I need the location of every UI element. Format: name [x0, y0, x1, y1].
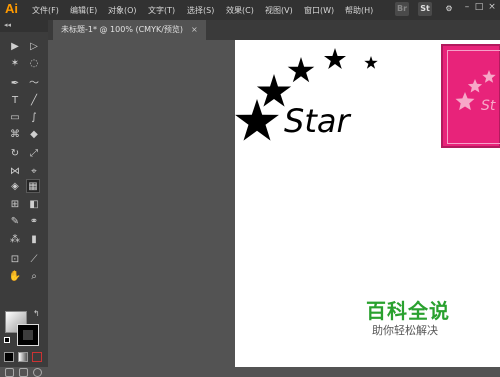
- shape-builder-tool-icon[interactable]: ◈: [8, 180, 22, 194]
- direct-selection-tool-icon[interactable]: ▷: [27, 40, 41, 54]
- none-mode-icon[interactable]: [32, 352, 42, 362]
- zoom-tool-icon[interactable]: ⌕: [27, 270, 41, 284]
- swap-fill-stroke-icon[interactable]: ↰: [33, 309, 40, 318]
- watermark-title: 百科全说: [366, 299, 450, 323]
- draw-normal-icon[interactable]: [5, 368, 14, 377]
- slice-tool-icon[interactable]: ⟋: [27, 253, 41, 267]
- menu-bar: Ai 文件(F) 编辑(E) 对象(O) 文字(T) 选择(S) 效果(C) 视…: [0, 0, 500, 20]
- mesh-tool-icon[interactable]: ⊞: [8, 198, 22, 212]
- menu-edit[interactable]: 编辑(E): [70, 5, 97, 16]
- default-fill-stroke-icon[interactable]: [4, 337, 10, 343]
- hand-tool-icon[interactable]: ✋: [8, 270, 22, 284]
- perspective-grid-tool-icon[interactable]: ▦: [26, 179, 40, 193]
- scale-tool-icon[interactable]: ⤢: [27, 147, 41, 161]
- magic-wand-tool-icon[interactable]: ✶: [8, 57, 22, 71]
- menu-view[interactable]: 视图(V): [265, 5, 293, 16]
- bridge-icon[interactable]: Br: [395, 2, 409, 16]
- rectangle-tool-icon[interactable]: ▭: [8, 111, 22, 125]
- draw-behind-icon[interactable]: [19, 368, 28, 377]
- star-shape: [287, 57, 315, 83]
- menu-window[interactable]: 窗口(W): [304, 5, 334, 16]
- document-tab-title: 未标题-1* @ 100% (CMYK/预览): [61, 25, 184, 34]
- menu-effect[interactable]: 效果(C): [226, 5, 254, 16]
- menu-help[interactable]: 帮助(H): [345, 5, 373, 16]
- artboard-tool-icon[interactable]: ⊡: [8, 253, 22, 267]
- blend-tool-icon[interactable]: ⚭: [27, 215, 41, 229]
- rotate-tool-icon[interactable]: ↻: [8, 147, 22, 161]
- line-tool-icon[interactable]: ╱: [27, 94, 41, 108]
- minimize-icon[interactable]: –: [462, 2, 472, 12]
- curvature-tool-icon[interactable]: 〜: [27, 77, 41, 91]
- pink-star-shape: [482, 70, 496, 83]
- color-mode-icon[interactable]: [4, 352, 14, 362]
- width-tool-icon[interactable]: ⋈: [8, 165, 22, 179]
- collapse-panel-icon[interactable]: ◂◂: [4, 21, 11, 29]
- star-shape: [324, 48, 346, 69]
- document-tab-bar: 未标题-1* @ 100% (CMYK/预览) ×: [48, 20, 500, 40]
- tab-close-icon[interactable]: ×: [191, 25, 198, 34]
- selection-tool-icon[interactable]: ▶: [8, 40, 22, 54]
- paintbrush-tool-icon[interactable]: ∫: [27, 111, 41, 125]
- watermark-subtitle: 助你轻松解决: [372, 324, 438, 337]
- stroke-swatch-inner: [22, 329, 34, 341]
- column-graph-tool-icon[interactable]: ▮: [27, 233, 41, 247]
- illustrator-logo: Ai: [5, 1, 18, 16]
- stock-icon[interactable]: St: [418, 2, 432, 16]
- menu-select[interactable]: 选择(S): [187, 5, 214, 16]
- tools-panel: ◂◂ ▶ ▷ ✶ ◌ ✒ 〜 T ╱ ▭ ∫ ⌘ ◆ ↻ ⤢ ⋈ ⌖ ◈ ▦ ⊞…: [0, 20, 48, 377]
- menu-type[interactable]: 文字(T): [148, 5, 175, 16]
- star-text: Star: [284, 102, 350, 140]
- menu-file[interactable]: 文件(F): [32, 5, 59, 16]
- document-tab[interactable]: 未标题-1* @ 100% (CMYK/预览) ×: [53, 20, 206, 40]
- star-shape: [235, 99, 279, 141]
- screen-mode-icon[interactable]: [33, 368, 42, 377]
- maximize-icon[interactable]: □: [474, 2, 484, 12]
- lasso-tool-icon[interactable]: ◌: [27, 57, 41, 71]
- eyedropper-tool-icon[interactable]: ✎: [8, 215, 22, 229]
- shaper-tool-icon[interactable]: ⌘: [8, 128, 22, 142]
- pink-star-text: St: [481, 98, 496, 114]
- symbol-sprayer-tool-icon[interactable]: ⁂: [8, 233, 22, 247]
- eraser-tool-icon[interactable]: ◆: [27, 128, 41, 142]
- free-transform-tool-icon[interactable]: ⌖: [27, 165, 41, 179]
- gradient-mode-icon[interactable]: [18, 352, 28, 362]
- menu-object[interactable]: 对象(O): [108, 5, 137, 16]
- stroke-swatch[interactable]: [17, 324, 39, 346]
- tools-panel-header: ◂◂: [0, 20, 48, 32]
- star-shape: [364, 56, 378, 69]
- type-tool-icon[interactable]: T: [8, 94, 22, 108]
- pink-star-shape: [455, 92, 475, 111]
- pink-star-shape: [467, 79, 483, 93]
- pen-tool-icon[interactable]: ✒: [8, 77, 22, 91]
- gradient-tool-icon[interactable]: ◧: [27, 198, 41, 212]
- workspace-switcher-icon[interactable]: ⚙: [442, 2, 456, 16]
- pink-artwork-box: St: [441, 44, 500, 148]
- close-icon[interactable]: ×: [487, 2, 497, 12]
